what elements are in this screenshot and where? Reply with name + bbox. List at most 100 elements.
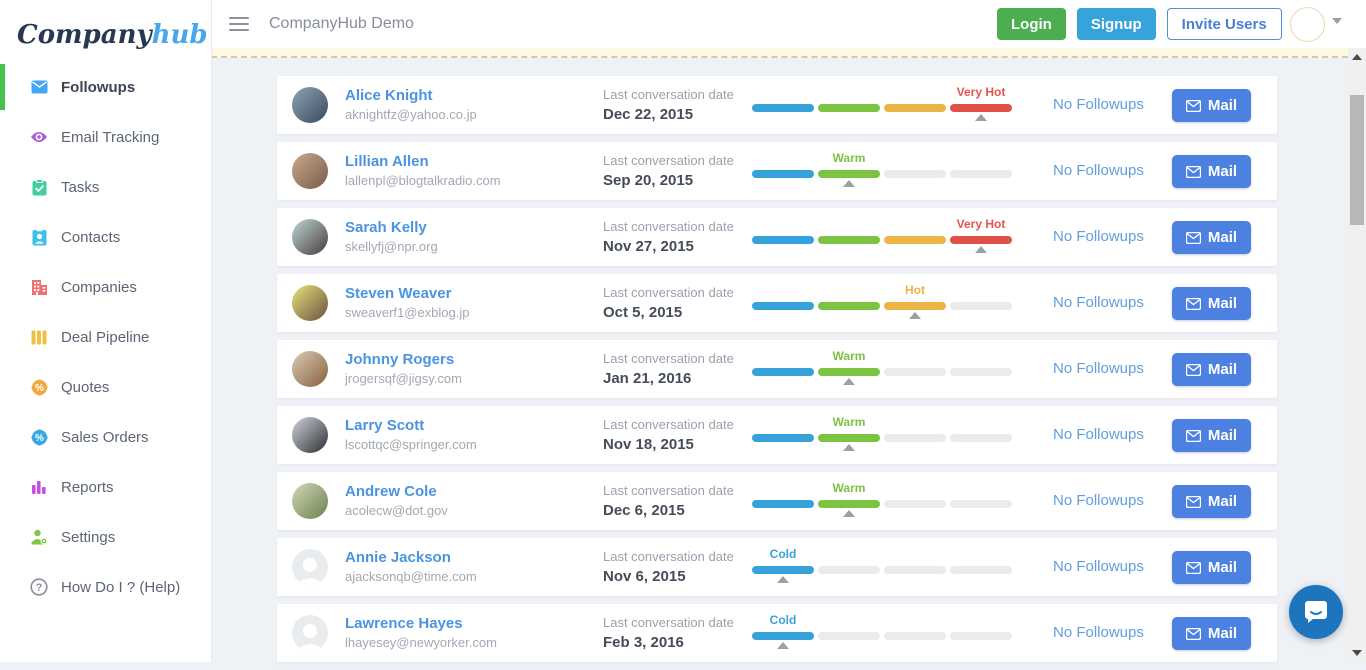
heat-segment	[752, 170, 814, 178]
scrollbar-thumb[interactable]	[1350, 95, 1364, 225]
contact-name-link[interactable]: Alice Knight	[345, 85, 477, 106]
mail-button[interactable]: Mail	[1172, 617, 1251, 650]
heat-meter: Cold	[752, 538, 1012, 596]
persongear-icon	[30, 528, 48, 546]
contact-row: Larry Scottlscottqc@springer.com Last con…	[277, 406, 1277, 464]
contact-identity: Johnny Rogersjrogersqf@jigsy.com	[345, 349, 462, 387]
mail-button[interactable]: Mail	[1172, 287, 1251, 320]
sidebar-item-quotes[interactable]: %Quotes	[0, 362, 211, 412]
person-placeholder-icon	[292, 555, 328, 585]
last-conversation-date: Jan 21, 2016	[603, 369, 734, 388]
last-conversation: Last conversation dateFeb 3, 2016	[603, 613, 734, 652]
active-indicator	[0, 64, 5, 110]
last-conversation-label: Last conversation date	[603, 283, 734, 303]
last-conversation-label: Last conversation date	[603, 481, 734, 501]
sidebar-item-reports[interactable]: Reports	[0, 462, 211, 512]
contact-avatar[interactable]	[292, 87, 328, 123]
sidebar-item-email-tracking[interactable]: Email Tracking	[0, 112, 211, 162]
sidebar-item-deal-pipeline[interactable]: Deal Pipeline	[0, 312, 211, 362]
contact-name-link[interactable]: Johnny Rogers	[345, 349, 462, 370]
contact-name-link[interactable]: Annie Jackson	[345, 547, 477, 568]
contact-avatar[interactable]	[292, 285, 328, 321]
scroll-down-icon[interactable]	[1352, 650, 1362, 656]
sidebar-item-settings[interactable]: Settings	[0, 512, 211, 562]
heat-pointer-icon	[843, 444, 855, 451]
heat-segment	[950, 500, 1012, 508]
user-avatar[interactable]	[1290, 7, 1325, 42]
sidebar-item-label: Reports	[61, 479, 114, 496]
heat-segment	[884, 236, 946, 244]
scroll-up-icon[interactable]	[1352, 54, 1362, 60]
signup-button[interactable]: Signup	[1077, 8, 1156, 40]
mail-button[interactable]: Mail	[1172, 155, 1251, 188]
heat-segment	[752, 302, 814, 310]
chat-widget-button[interactable]	[1289, 585, 1343, 639]
contact-name-link[interactable]: Lawrence Hayes	[345, 613, 497, 634]
mail-button[interactable]: Mail	[1172, 221, 1251, 254]
barchart-icon	[30, 478, 48, 496]
login-button[interactable]: Login	[997, 8, 1066, 40]
contact-identity: Lawrence Hayeslhayesey@newyorker.com	[345, 613, 497, 651]
heat-segment	[884, 170, 946, 178]
sidebar-item-label: Email Tracking	[61, 129, 159, 146]
last-conversation-label: Last conversation date	[603, 613, 734, 633]
mail-button[interactable]: Mail	[1172, 551, 1251, 584]
menu-toggle-icon[interactable]	[229, 17, 249, 35]
contact-identity: Larry Scottlscottqc@springer.com	[345, 415, 477, 453]
heat-meter: Hot	[752, 274, 1012, 332]
app-logo: Companyhub	[0, 0, 211, 50]
svg-text:%: %	[35, 433, 44, 444]
sidebar-item-how-do-i-help[interactable]: ?How Do I ? (Help)	[0, 562, 211, 612]
sidebar-item-label: Sales Orders	[61, 429, 149, 446]
contact-name-link[interactable]: Lillian Allen	[345, 151, 501, 172]
contact-avatar[interactable]	[292, 351, 328, 387]
heat-segment	[884, 302, 946, 310]
heat-segment	[818, 170, 880, 178]
contact-avatar[interactable]	[292, 483, 328, 519]
heat-meter: Cold	[752, 604, 1012, 662]
contact-avatar[interactable]	[292, 417, 328, 453]
heat-segment	[884, 434, 946, 442]
heat-pointer-icon	[843, 378, 855, 385]
contact-name-link[interactable]: Andrew Cole	[345, 481, 448, 502]
chat-bubble-icon	[1303, 599, 1329, 625]
contact-avatar[interactable]	[292, 549, 328, 585]
svg-text:%: %	[35, 383, 44, 394]
contact-avatar[interactable]	[292, 219, 328, 255]
mail-button-label: Mail	[1208, 427, 1237, 444]
heat-pointer-icon	[843, 180, 855, 187]
mail-envelope-icon	[1186, 430, 1201, 442]
contact-avatar[interactable]	[292, 153, 328, 189]
followups-status: No Followups	[1053, 558, 1144, 575]
mail-button[interactable]: Mail	[1172, 89, 1251, 122]
sidebar-item-tasks[interactable]: Tasks	[0, 162, 211, 212]
invite-users-button[interactable]: Invite Users	[1167, 8, 1282, 40]
mail-envelope-icon	[1186, 298, 1201, 310]
contact-avatar[interactable]	[292, 615, 328, 651]
rosette-icon: %	[30, 428, 48, 446]
heat-meter: Warm	[752, 406, 1012, 464]
followups-list: Alice Knightaknightfz@yahoo.co.jpLast co…	[277, 76, 1277, 670]
mail-button[interactable]: Mail	[1172, 353, 1251, 386]
sidebar-item-followups[interactable]: Followups	[0, 62, 211, 112]
vertical-scrollbar[interactable]	[1348, 48, 1366, 662]
heat-segment	[884, 104, 946, 112]
contact-identity: Andrew Coleacolecw@dot.gov	[345, 481, 448, 519]
contact-name-link[interactable]: Larry Scott	[345, 415, 477, 436]
heat-segment	[818, 500, 880, 508]
mail-button[interactable]: Mail	[1172, 485, 1251, 518]
mail-button[interactable]: Mail	[1172, 419, 1251, 452]
contact-name-link[interactable]: Sarah Kelly	[345, 217, 438, 238]
heat-segment	[818, 632, 880, 640]
last-conversation: Last conversation dateNov 18, 2015	[603, 415, 734, 454]
followups-status: No Followups	[1053, 162, 1144, 179]
user-menu-caret-icon[interactable]	[1332, 18, 1342, 24]
sidebar-item-companies[interactable]: Companies	[0, 262, 211, 312]
heat-segment	[950, 170, 1012, 178]
contact-name-link[interactable]: Steven Weaver	[345, 283, 469, 304]
sidebar-item-sales-orders[interactable]: % Sales Orders	[0, 412, 211, 462]
mail-envelope-icon	[1186, 232, 1201, 244]
sidebar-item-contacts[interactable]: Contacts	[0, 212, 211, 262]
header-buttons: Login Signup Invite Users	[997, 8, 1282, 40]
contact-email: skellyfj@npr.org	[345, 238, 438, 255]
